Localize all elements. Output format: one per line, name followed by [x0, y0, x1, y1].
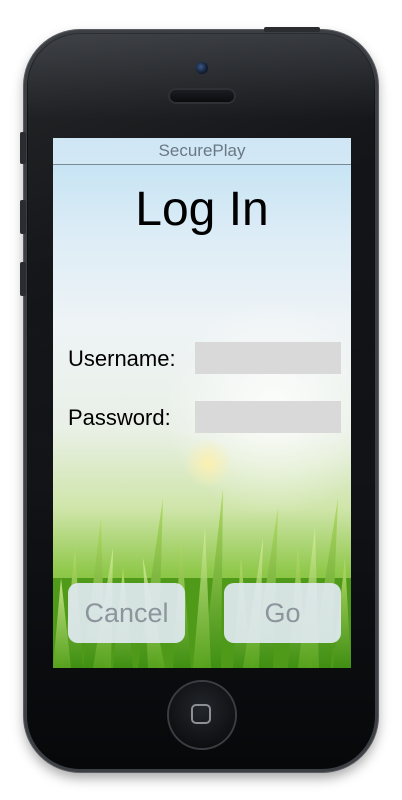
volume-down-button [20, 262, 26, 296]
earpiece-speaker [170, 90, 234, 102]
home-square-icon [191, 704, 211, 724]
mute-switch [20, 132, 26, 164]
go-button[interactable]: Go [224, 583, 341, 643]
power-button [264, 27, 320, 32]
front-camera-icon [196, 62, 208, 74]
password-label: Password: [68, 405, 171, 430]
phone-screen: SecurePlay Log In Username: Password: Ca… [53, 138, 351, 668]
password-field[interactable] [195, 401, 341, 433]
home-button[interactable] [169, 682, 235, 748]
username-field[interactable] [195, 342, 341, 374]
page-title: Log In [135, 183, 269, 236]
app-header: SecurePlay [53, 138, 351, 165]
app-header-title: SecurePlay [158, 141, 246, 160]
cancel-button[interactable]: Cancel [68, 583, 185, 643]
username-label: Username: [68, 346, 176, 371]
volume-up-button [20, 200, 26, 234]
